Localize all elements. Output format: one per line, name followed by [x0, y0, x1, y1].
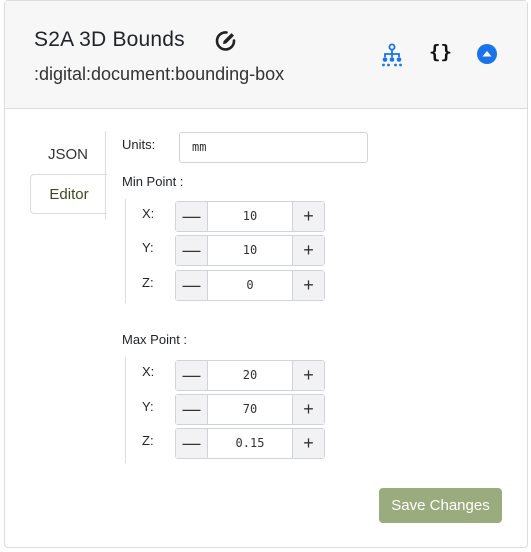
max-point-label: Max Point :: [122, 332, 188, 347]
units-input[interactable]: mm: [179, 132, 368, 163]
max-x-stepper: — 20 +: [175, 360, 325, 391]
json-braces-icon[interactable]: {}: [429, 41, 452, 63]
min-z-decrement-button[interactable]: —: [176, 271, 208, 300]
max-y-decrement-button[interactable]: —: [176, 395, 208, 424]
max-z-input[interactable]: 0.15: [208, 429, 292, 458]
max-point-group-bar: [125, 357, 126, 463]
min-y-decrement-button[interactable]: —: [176, 236, 208, 265]
hierarchy-icon[interactable]: [380, 43, 404, 67]
min-point-group-bar: [125, 199, 126, 303]
max-x-label: X:: [142, 364, 155, 379]
units-label: Units:: [122, 137, 156, 152]
min-x-input[interactable]: 10: [208, 202, 292, 231]
min-y-input[interactable]: 10: [208, 236, 292, 265]
min-z-stepper: — 0 +: [175, 270, 325, 301]
min-x-decrement-button[interactable]: —: [176, 202, 208, 231]
min-point-label: Min Point :: [122, 174, 184, 189]
max-x-input[interactable]: 20: [208, 361, 292, 390]
min-x-increment-button[interactable]: +: [292, 202, 324, 231]
card-header: S2A 3D Bounds :digital:document:bounding…: [5, 1, 527, 109]
max-z-label: Z:: [142, 433, 154, 448]
tab-divider: [105, 131, 106, 219]
page-subtitle: :digital:document:bounding-box: [34, 64, 285, 84]
max-x-decrement-button[interactable]: —: [176, 361, 208, 390]
max-y-stepper: — 70 +: [175, 394, 325, 425]
max-z-decrement-button[interactable]: —: [176, 429, 208, 458]
tab-editor[interactable]: Editor: [30, 174, 107, 214]
min-x-label: X:: [142, 206, 155, 221]
min-y-stepper: — 10 +: [175, 235, 325, 266]
min-z-label: Z:: [142, 275, 154, 290]
edit-icon[interactable]: [214, 29, 238, 53]
page-title: S2A 3D Bounds: [34, 28, 185, 51]
min-y-label: Y:: [142, 240, 154, 255]
bounds-card: S2A 3D Bounds :digital:document:bounding…: [4, 0, 528, 548]
min-z-input[interactable]: 0: [208, 271, 292, 300]
max-y-input[interactable]: 70: [208, 395, 292, 424]
min-x-stepper: — 10 +: [175, 201, 325, 232]
max-y-label: Y:: [142, 399, 154, 414]
min-z-increment-button[interactable]: +: [292, 271, 324, 300]
max-y-increment-button[interactable]: +: [292, 395, 324, 424]
max-z-increment-button[interactable]: +: [292, 429, 324, 458]
min-y-increment-button[interactable]: +: [292, 236, 324, 265]
collapse-up-icon[interactable]: [477, 44, 497, 64]
max-z-stepper: — 0.15 +: [175, 428, 325, 459]
tab-json[interactable]: JSON: [30, 134, 106, 174]
save-changes-button[interactable]: Save Changes: [379, 488, 502, 523]
max-x-increment-button[interactable]: +: [292, 361, 324, 390]
